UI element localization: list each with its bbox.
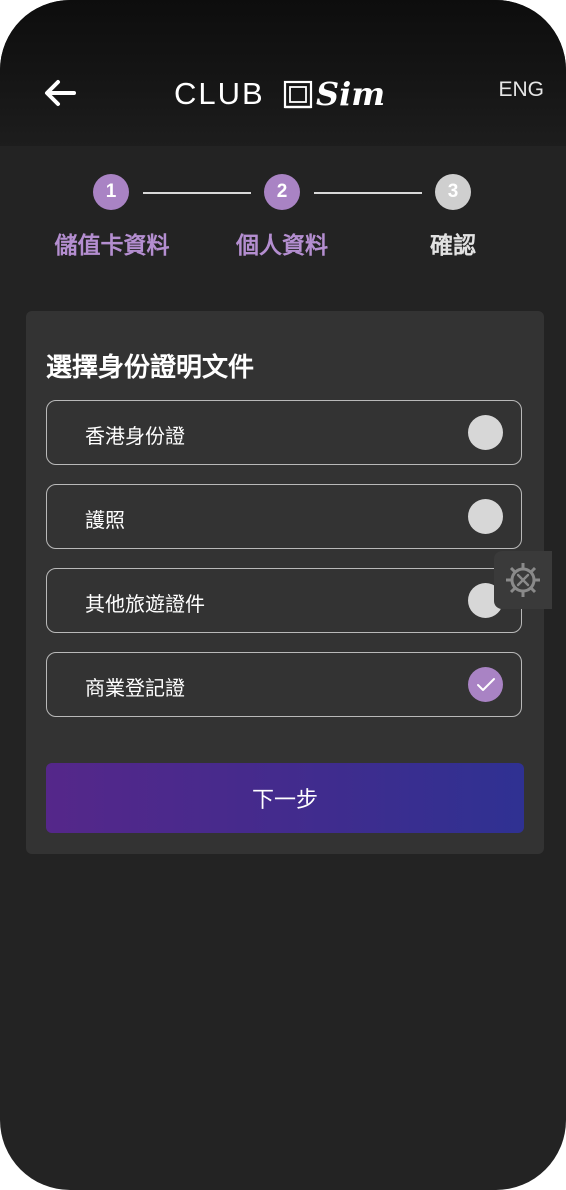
step-2-label: 個人資料 xyxy=(236,233,328,259)
step-1-label: 儲值卡資料 xyxy=(54,233,170,259)
step-3-circle: 3 xyxy=(435,174,471,210)
step-connector-2 xyxy=(314,192,422,194)
phone-screen: CLUB Sim ENG 1 2 3 儲值卡資料 個人資料 確認 選擇身份證明文… xyxy=(0,0,566,1190)
language-toggle[interactable]: ENG xyxy=(498,78,544,102)
back-button[interactable] xyxy=(40,72,82,114)
logo-text: CLUB xyxy=(174,76,265,111)
step-3-label: 確認 xyxy=(430,233,476,259)
option-label: 商業登記證 xyxy=(85,676,185,700)
logo-script: Sim xyxy=(316,75,385,113)
option-label: 香港身份證 xyxy=(85,424,185,448)
option-other-travel-document[interactable]: 其他旅遊證件 xyxy=(46,568,522,633)
card-title: 選擇身份證明文件 xyxy=(46,353,255,383)
radio-button-checked[interactable] xyxy=(468,667,503,702)
floating-settings-button[interactable] xyxy=(494,551,552,609)
club-sim-logo: CLUB Sim xyxy=(172,72,392,118)
id-document-card: 選擇身份證明文件 香港身份證 護照 其他旅遊證件 商業登記證 下一步 xyxy=(26,311,544,854)
logo-mark-icon xyxy=(283,80,313,109)
radio-button[interactable] xyxy=(468,499,503,534)
radio-button[interactable] xyxy=(468,415,503,450)
option-passport[interactable]: 護照 xyxy=(46,484,522,549)
checkmark-icon xyxy=(477,678,495,691)
arrow-left-icon xyxy=(45,80,76,106)
step-2-circle: 2 xyxy=(264,174,300,210)
next-step-button[interactable]: 下一步 xyxy=(46,763,524,833)
app-header: CLUB Sim ENG xyxy=(0,0,566,146)
step-connector-1 xyxy=(143,192,251,194)
gear-icon xyxy=(506,563,540,597)
option-business-registration[interactable]: 商業登記證 xyxy=(46,652,522,717)
option-label: 其他旅遊證件 xyxy=(85,592,205,616)
option-label: 護照 xyxy=(85,508,125,532)
step-1-circle: 1 xyxy=(93,174,129,210)
option-hkid[interactable]: 香港身份證 xyxy=(46,400,522,465)
